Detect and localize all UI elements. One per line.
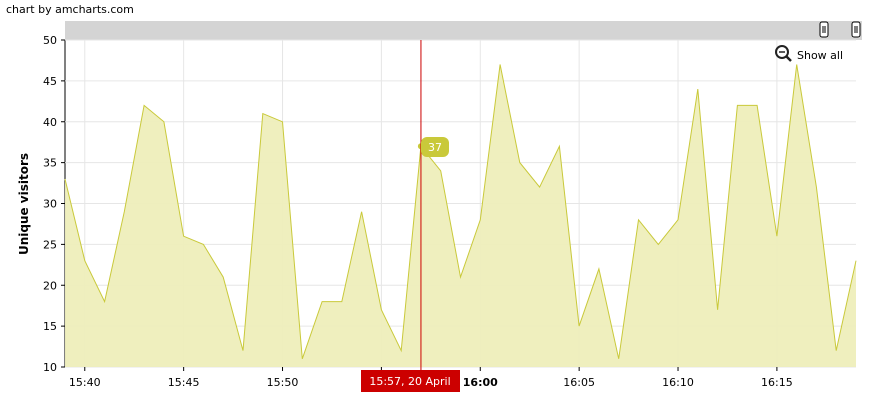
y-tick-label: 30	[43, 198, 57, 211]
data-point	[439, 169, 443, 173]
x-tick-label: 16:10	[662, 376, 694, 389]
zoom-out-icon	[775, 45, 792, 62]
y-tick-label: 45	[43, 75, 57, 88]
x-tick-label: 15:45	[168, 376, 200, 389]
data-point	[83, 259, 87, 263]
data-point	[557, 144, 561, 148]
data-point	[399, 349, 403, 353]
data-point	[676, 218, 680, 222]
y-tick-label: 20	[43, 279, 57, 292]
data-point	[755, 103, 759, 107]
data-point	[201, 242, 205, 246]
data-point	[696, 87, 700, 91]
show-all-label: Show all	[797, 49, 843, 62]
data-point	[182, 234, 186, 238]
grip-body	[819, 21, 829, 38]
y-axis-label: Unique visitors	[17, 153, 31, 255]
data-point	[518, 161, 522, 165]
data-point	[261, 112, 265, 116]
data-point	[735, 103, 739, 107]
cursor-label-text: 15:57, 20 April	[369, 375, 450, 388]
data-point	[281, 120, 285, 124]
data-point	[656, 242, 660, 246]
data-point	[637, 218, 641, 222]
data-point	[63, 177, 67, 181]
show-all-button[interactable]: Show all	[775, 45, 843, 62]
data-point	[538, 185, 542, 189]
tooltip-value: 37	[428, 141, 442, 154]
x-tick-label: 15:40	[69, 376, 101, 389]
data-point	[577, 324, 581, 328]
y-tick-label: 40	[43, 116, 57, 129]
data-point	[498, 63, 502, 67]
x-tick-label: 16:15	[761, 376, 793, 389]
data-point	[142, 103, 146, 107]
data-point	[617, 357, 621, 361]
data-point	[478, 218, 482, 222]
data-point	[814, 185, 818, 189]
data-point	[379, 308, 383, 312]
data-point	[854, 259, 858, 263]
data-point	[459, 275, 463, 279]
chart: 10152025303540455015:4015:4515:5015:5516…	[17, 21, 862, 392]
y-tick-label: 15	[43, 320, 57, 333]
data-point	[162, 120, 166, 124]
x-tick-label: 16:00	[463, 376, 498, 389]
data-point	[221, 275, 225, 279]
data-point	[834, 349, 838, 353]
y-tick-label: 35	[43, 157, 57, 170]
y-tick-label: 25	[43, 238, 57, 251]
data-point	[340, 300, 344, 304]
value-tooltip: 37	[421, 137, 449, 157]
data-point	[320, 300, 324, 304]
data-point	[597, 267, 601, 271]
data-point	[103, 300, 107, 304]
data-point	[795, 63, 799, 67]
y-tick-label: 50	[43, 34, 57, 47]
data-point	[300, 357, 304, 361]
data-point	[360, 210, 364, 214]
scrollbar-track[interactable]	[65, 21, 862, 40]
cursor-label: 15:57, 20 April	[361, 370, 460, 392]
y-tick-label: 10	[43, 361, 57, 374]
data-point	[775, 234, 779, 238]
x-tick-label: 15:50	[267, 376, 299, 389]
data-point	[716, 308, 720, 312]
grip-body	[851, 21, 861, 38]
x-tick-label: 16:05	[563, 376, 595, 389]
data-point	[241, 349, 245, 353]
scrollbar-grip[interactable]	[851, 21, 861, 38]
data-point	[122, 210, 126, 214]
scrollbar-grip[interactable]	[819, 21, 829, 38]
